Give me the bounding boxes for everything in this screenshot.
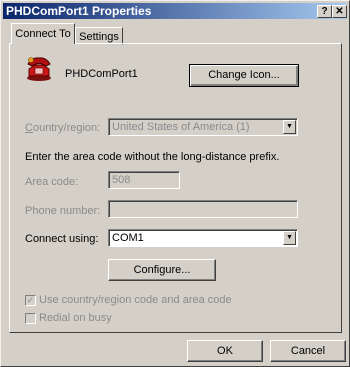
tab-panel-connect-to (9, 43, 342, 333)
window-title: PHDComPort1 Properties (6, 4, 152, 18)
ok-button[interactable]: OK (187, 340, 263, 362)
title-bar[interactable]: PHDComPort1 Properties ? ✕ (3, 3, 347, 19)
close-button[interactable]: ✕ (332, 5, 347, 18)
properties-dialog: PHDComPort1 Properties ? ✕ Connect To Se… (0, 0, 350, 367)
cancel-button[interactable]: Cancel (270, 340, 346, 362)
help-button[interactable]: ? (317, 5, 332, 18)
tab-connect-to[interactable]: Connect To (11, 23, 75, 44)
